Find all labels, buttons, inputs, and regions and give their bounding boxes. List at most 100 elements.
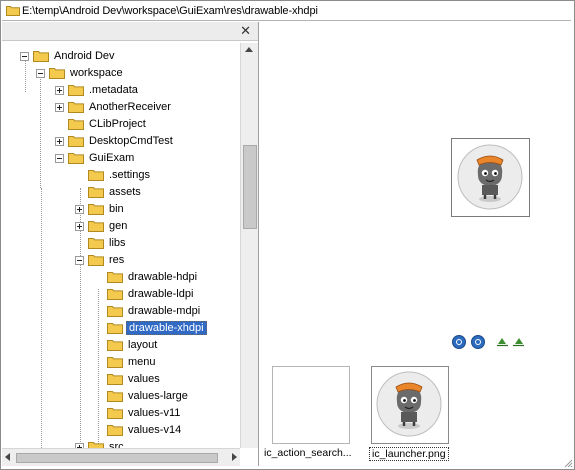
tree-item-values-large[interactable]: values-large <box>94 388 190 404</box>
tree-item-label: drawable-ldpi <box>128 288 194 300</box>
folder-tree-pane: ✕ Android Dev workspace .metadata Anothe… <box>2 22 259 466</box>
tree-item-label: bin <box>109 203 124 215</box>
tree-item-values-v11[interactable]: values-v11 <box>94 405 182 421</box>
tree-item-src[interactable]: src <box>75 439 126 448</box>
folder-icon <box>107 374 123 385</box>
expand-icon[interactable] <box>55 136 64 146</box>
tree-item-label: CLibProject <box>89 118 146 130</box>
folder-icon <box>88 238 104 249</box>
tree-item-label: GuiExam <box>89 152 135 164</box>
folder-icon <box>68 119 84 130</box>
folder-icon <box>107 357 123 368</box>
tree-item-metadata[interactable]: .metadata <box>55 82 140 98</box>
tree-connector <box>41 188 42 448</box>
tree-connector <box>40 76 41 188</box>
scroll-up-arrow-icon[interactable] <box>245 47 253 52</box>
close-pane-button[interactable]: ✕ <box>240 23 251 39</box>
expand-icon[interactable] <box>55 102 64 112</box>
cartoon-wolf-image <box>457 144 523 210</box>
zoom-in-icon[interactable] <box>452 335 466 349</box>
tree-item-label: layout <box>128 339 158 351</box>
folder-open-icon <box>49 68 65 79</box>
tree-item-label: drawable-mdpi <box>128 305 201 317</box>
folder-open-icon <box>33 51 49 62</box>
tree-item-label: Android Dev <box>54 50 115 62</box>
resize-grip-icon[interactable] <box>563 458 573 468</box>
tree-item-label: libs <box>109 237 126 249</box>
tree-item-drawable-ldpi[interactable]: drawable-ldpi <box>94 286 195 302</box>
file-caption[interactable]: ic_action_search... <box>264 447 356 459</box>
pane-header: ✕ <box>2 22 258 41</box>
folder-icon <box>68 102 84 113</box>
folder-icon <box>88 204 104 215</box>
tree-item-label: src <box>109 441 124 448</box>
address-path[interactable]: E:\temp\Android Dev\workspace\GuiExam\re… <box>22 5 318 17</box>
zoom-out-icon[interactable] <box>471 335 485 349</box>
tree-item-drawable-hdpi[interactable]: drawable-hdpi <box>94 269 199 285</box>
folder-tree: Android Dev workspace .metadata AnotherR… <box>2 43 240 448</box>
tree-item-guiexam[interactable]: GuiExam <box>55 150 136 166</box>
tree-item-workspace[interactable]: workspace <box>36 65 125 81</box>
scroll-thumb[interactable] <box>16 453 218 463</box>
tree-item-assets[interactable]: assets <box>75 184 143 200</box>
tree-item-menu[interactable]: menu <box>94 354 158 370</box>
folder-icon <box>107 408 123 419</box>
scroll-left-arrow-icon[interactable] <box>5 453 10 461</box>
folder-icon <box>88 442 104 448</box>
tree-item-label: gen <box>109 220 128 232</box>
tree-item-label: values <box>128 373 160 385</box>
tree-item-gen[interactable]: gen <box>75 218 129 234</box>
tree-item-desktopcmdtest[interactable]: DesktopCmdTest <box>55 133 175 149</box>
tree-item-label: AnotherReceiver <box>89 101 171 113</box>
scroll-thumb[interactable] <box>243 145 257 229</box>
collapse-icon[interactable] <box>55 153 64 163</box>
tree-item-label: assets <box>109 186 141 198</box>
folder-icon <box>107 340 123 351</box>
address-bar[interactable]: E:\temp\Android Dev\workspace\GuiExam\re… <box>2 2 571 21</box>
folder-icon <box>88 221 104 232</box>
tree-item-res[interactable]: res <box>75 252 126 268</box>
tree-item-label: values-v14 <box>128 424 182 436</box>
expand-icon[interactable] <box>75 221 84 231</box>
tree-item-drawable-mdpi[interactable]: drawable-mdpi <box>94 303 202 319</box>
tree-item-drawable-xhdpi[interactable]: drawable-xhdpi <box>94 320 207 336</box>
tree-item-label: res <box>109 254 125 266</box>
expand-icon[interactable] <box>75 204 84 214</box>
collapse-icon[interactable] <box>75 255 84 265</box>
folder-icon <box>107 272 123 283</box>
tree-item-clibproject[interactable]: CLibProject <box>55 116 148 132</box>
tree-item-layout[interactable]: layout <box>94 337 159 353</box>
rotate-right-icon[interactable] <box>512 336 525 347</box>
tree-item-label: drawable-hdpi <box>128 271 198 283</box>
tree-horizontal-scrollbar[interactable] <box>2 448 240 466</box>
scroll-right-arrow-icon[interactable] <box>232 453 237 461</box>
folder-icon <box>68 136 84 147</box>
folder-icon <box>107 306 123 317</box>
tree-item-label: values-large <box>128 390 188 402</box>
tree-item-label: .metadata <box>89 84 138 96</box>
tree-item-values[interactable]: values <box>94 371 162 387</box>
tree-vertical-scrollbar[interactable] <box>240 43 258 448</box>
tree-item-settings[interactable]: .settings <box>75 167 152 183</box>
cartoon-wolf-image <box>376 371 442 437</box>
tree-item-values-v14[interactable]: values-v14 <box>94 422 183 438</box>
rotate-left-icon[interactable] <box>496 336 509 347</box>
collapse-icon[interactable] <box>20 51 29 61</box>
folder-open-icon <box>107 323 123 334</box>
tree-item-libs[interactable]: libs <box>75 235 128 251</box>
expand-icon[interactable] <box>55 85 64 95</box>
tree-item-anotherreceiver[interactable]: AnotherReceiver <box>55 99 173 115</box>
folder-icon <box>107 391 123 402</box>
tree-item-android-dev[interactable]: Android Dev <box>20 48 117 64</box>
tree-item-label: values-v11 <box>128 407 181 419</box>
folder-icon <box>68 85 84 96</box>
folder-icon <box>88 187 104 198</box>
collapse-icon[interactable] <box>36 68 45 78</box>
tree-item-bin[interactable]: bin <box>75 201 126 217</box>
tree-item-label-selected: drawable-xhdpi <box>126 321 207 335</box>
file-thumbnail[interactable] <box>272 366 350 444</box>
folder-icon <box>107 425 123 436</box>
file-thumbnail-selected[interactable] <box>371 366 449 444</box>
file-caption-selected[interactable]: ic_launcher.png <box>369 447 449 461</box>
folder-icon <box>6 6 20 16</box>
